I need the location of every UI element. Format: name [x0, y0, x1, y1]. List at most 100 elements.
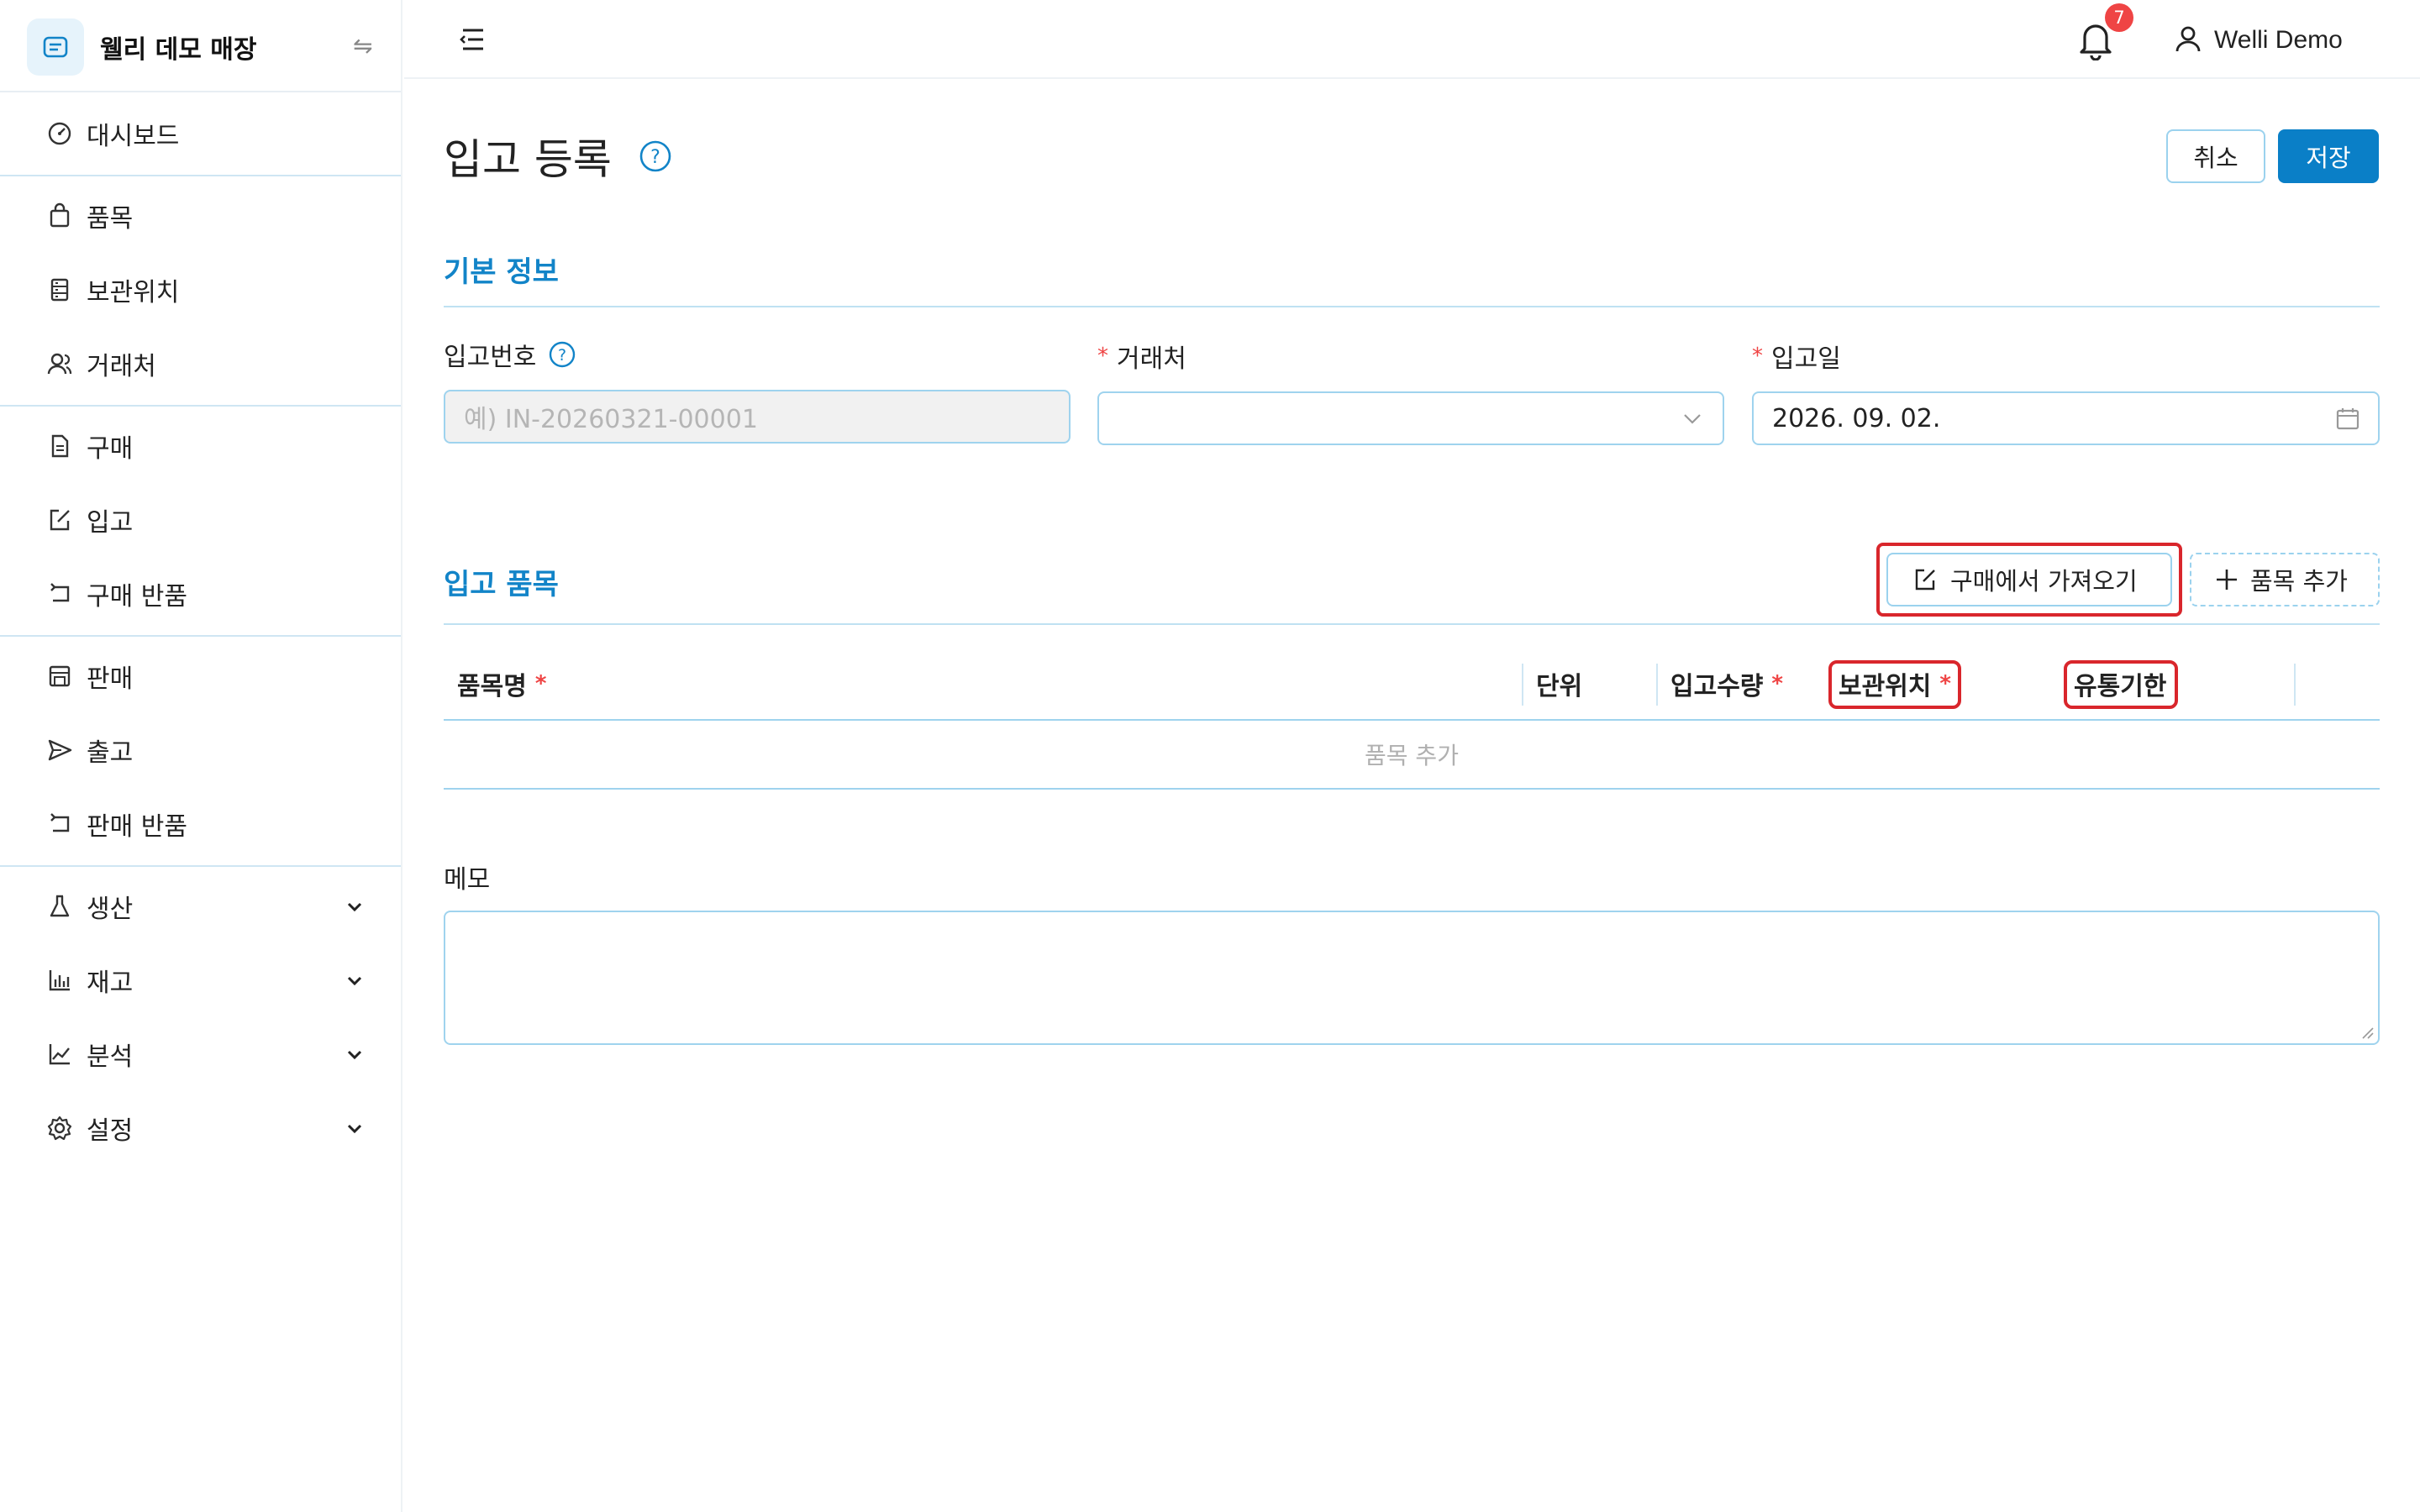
receipt-number-label-text: 입고번호	[444, 343, 537, 372]
sidebar-item-purchase[interactable]: 구매	[0, 410, 401, 482]
supplier-label: * 거래처	[1097, 338, 1186, 375]
chevron-down-icon[interactable]	[343, 1116, 366, 1140]
sidebar-divider	[0, 405, 401, 407]
chevron-down-icon	[1679, 405, 1706, 432]
help-circle-icon[interactable]: ?	[639, 139, 672, 173]
svg-text:?: ?	[558, 346, 566, 365]
chevron-down-icon[interactable]	[343, 969, 366, 992]
store-name: 웰리 데모 매장	[100, 35, 257, 65]
receipt-date-label: * 입고일	[1752, 338, 1841, 375]
supplier-select[interactable]	[1097, 391, 1724, 445]
sidebar-item-label: 품목	[87, 204, 134, 234]
store-switcher[interactable]: 웰리 데모 매장 ⇋	[0, 0, 401, 92]
section-title-basic-info: 기본 정보	[444, 255, 559, 289]
save-button[interactable]: 저장	[2278, 129, 2379, 183]
help-circle-icon[interactable]: ?	[548, 340, 576, 369]
chevron-down-icon[interactable]	[343, 1042, 366, 1066]
sidebar-item-receiving[interactable]: 입고	[0, 484, 401, 556]
edit-square-icon	[45, 506, 74, 534]
sidebar-item-analytics[interactable]: 분석	[0, 1018, 401, 1090]
column-divider	[1522, 664, 1523, 706]
flask-icon	[45, 892, 74, 921]
column-divider	[1656, 664, 1658, 706]
sidebar-item-label: 출고	[87, 738, 134, 768]
sidebar-item-settings[interactable]: 설정	[0, 1092, 401, 1164]
required-mark: *	[1752, 344, 1763, 369]
column-header-label: 입고수량	[1670, 672, 1764, 701]
top-bar: 7 Welli Demo	[404, 0, 2420, 79]
column-header-storage: 보관위치 *	[1839, 664, 1951, 704]
sidebar-item-dashboard[interactable]: 대시보드	[0, 97, 401, 170]
receipt-number-input[interactable]: 예) IN-20260321-00001	[444, 390, 1071, 444]
column-header-label: 보관위치	[1839, 672, 1932, 701]
bar-chart-icon	[45, 966, 74, 995]
partners-icon	[45, 349, 74, 378]
required-mark: *	[534, 671, 547, 696]
document-icon	[45, 432, 74, 460]
sidebar-divider	[0, 865, 401, 867]
sidebar-divider	[0, 635, 401, 637]
return-icon	[45, 580, 74, 608]
send-icon	[45, 736, 74, 764]
user-menu[interactable]: Welli Demo	[2174, 22, 2343, 59]
page-title: 입고 등록	[444, 135, 612, 184]
calendar-icon[interactable]	[2334, 405, 2361, 432]
memo-textarea[interactable]	[444, 911, 2380, 1045]
receipt-date-input[interactable]: 2026. 09. 02.	[1752, 391, 2380, 445]
required-mark: *	[1097, 344, 1108, 369]
resize-handle-icon[interactable]	[2358, 1023, 2375, 1040]
app-root: 웰리 데모 매장 ⇋ 대시보드 품목 보관위치 거래처 구매 입고 구매 반품 …	[0, 0, 2420, 1512]
sidebar-item-label: 보관위치	[87, 278, 180, 307]
sidebar-item-label: 거래처	[87, 352, 156, 381]
shop-icon	[45, 662, 74, 690]
sidebar-item-label: 구매 반품	[87, 582, 187, 612]
line-chart-icon	[45, 1040, 74, 1068]
sidebar-divider	[0, 175, 401, 176]
sidebar-item-label: 판매 반품	[87, 812, 187, 842]
import-from-purchase-button[interactable]: 구매에서 가져오기	[1886, 553, 2172, 606]
sidebar-item-items[interactable]: 품목	[0, 180, 401, 252]
chevron-down-icon[interactable]	[343, 895, 366, 918]
section-divider	[444, 306, 2380, 307]
sidebar-item-sales-return[interactable]: 판매 반품	[0, 788, 401, 860]
sidebar-item-label: 생산	[87, 895, 134, 924]
receipt-date-label-text: 입고일	[1771, 344, 1841, 374]
sidebar-item-storage[interactable]: 보관위치	[0, 254, 401, 326]
add-item-button[interactable]: 품목 추가	[2190, 553, 2380, 606]
notification-badge: 7	[2105, 3, 2133, 32]
gear-icon	[45, 1114, 74, 1142]
sidebar-item-label: 분석	[87, 1042, 134, 1072]
sidebar-item-label: 판매	[87, 664, 134, 694]
sidebar-item-sales[interactable]: 판매	[0, 640, 401, 712]
user-name: Welli Demo	[2214, 26, 2343, 54]
supplier-label-text: 거래처	[1117, 344, 1186, 374]
menu-collapse-icon[interactable]	[455, 24, 488, 55]
column-header-quantity: 입고수량 *	[1670, 664, 1783, 704]
svg-text:?: ?	[650, 147, 660, 168]
sidebar-item-shipping[interactable]: 출고	[0, 714, 401, 786]
column-header-expiry: 유통기한	[2074, 664, 2166, 704]
storage-icon	[45, 276, 74, 304]
user-icon	[2174, 24, 2202, 56]
column-header-label: 단위	[1536, 672, 1583, 701]
sidebar-item-inventory[interactable]: 재고	[0, 944, 401, 1016]
section-title-items: 입고 품목	[444, 568, 559, 601]
column-header-label: 유통기한	[2074, 672, 2167, 701]
table-header-divider	[444, 719, 2380, 721]
shopping-bag-icon	[45, 202, 74, 230]
sidebar: 웰리 데모 매장 ⇋ 대시보드 품목 보관위치 거래처 구매 입고 구매 반품 …	[0, 0, 402, 1512]
sidebar-item-partners[interactable]: 거래처	[0, 328, 401, 400]
column-divider	[2294, 664, 2296, 706]
import-button-label: 구매에서 가져오기	[1950, 567, 2138, 596]
sidebar-item-label: 구매	[87, 434, 134, 464]
add-item-label: 품목 추가	[2250, 567, 2348, 596]
required-mark: *	[1939, 671, 1952, 696]
swap-icon[interactable]: ⇋	[353, 32, 372, 60]
sidebar-item-purchase-return[interactable]: 구매 반품	[0, 558, 401, 630]
sidebar-item-production[interactable]: 생산	[0, 870, 401, 942]
memo-label: 메모	[444, 865, 491, 895]
cancel-button[interactable]: 취소	[2166, 129, 2265, 183]
return-icon	[45, 810, 74, 838]
table-bottom-divider	[444, 788, 2380, 790]
required-mark: *	[1771, 671, 1784, 696]
